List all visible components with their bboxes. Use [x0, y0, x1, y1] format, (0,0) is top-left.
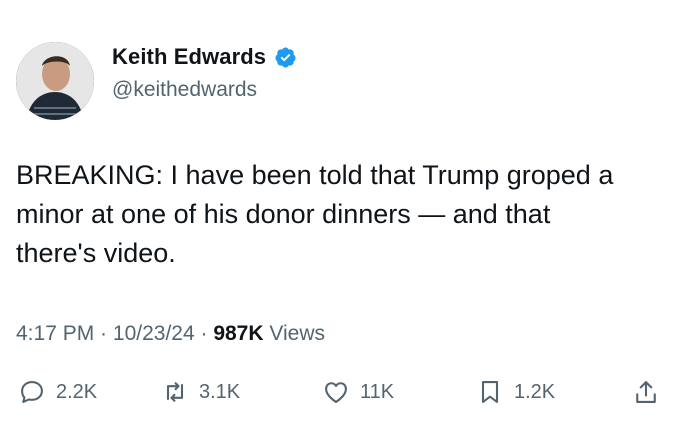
views-count: 987K [213, 322, 264, 345]
display-name[interactable]: Keith Edwards [112, 44, 266, 70]
tweet-text: BREAKING: I have been told that Trump gr… [16, 160, 614, 268]
share-button[interactable] [632, 378, 660, 406]
verified-badge-icon[interactable] [274, 46, 297, 69]
tweet-date[interactable]: 10/23/24 [113, 322, 195, 346]
reply-icon [21, 381, 43, 403]
reply-button[interactable]: 2.2K [18, 378, 97, 406]
author-name-row: Keith Edwards [112, 44, 297, 70]
tweet-meta: 4:17 PM · 10/23/24 · 987K Views [16, 322, 325, 346]
repost-button[interactable]: 3.1K [161, 378, 240, 406]
avatar-image [16, 42, 94, 120]
meta-separator: · [194, 322, 214, 345]
repost-icon [166, 382, 184, 402]
meta-separator: · [94, 322, 113, 345]
reply-count: 2.2K [56, 380, 98, 403]
like-button[interactable]: 11K [322, 378, 394, 406]
like-icon [325, 382, 347, 403]
share-icon [636, 381, 656, 403]
like-count: 11K [360, 380, 395, 403]
views-label: Views [269, 322, 325, 345]
bookmark-icon [481, 381, 499, 403]
repost-count: 3.1K [199, 380, 241, 403]
action-bar: 2.2K 3.1K 11K 1.2K [18, 378, 666, 410]
avatar[interactable] [16, 42, 94, 120]
bookmark-button[interactable]: 1.2K [476, 378, 555, 406]
tweet-time[interactable]: 4:17 PM [16, 322, 94, 346]
author-handle[interactable]: @keithedwards [112, 78, 257, 102]
bookmark-count: 1.2K [514, 380, 556, 403]
tweet: Keith Edwards @keithedwards BREAKING: I … [0, 0, 680, 425]
